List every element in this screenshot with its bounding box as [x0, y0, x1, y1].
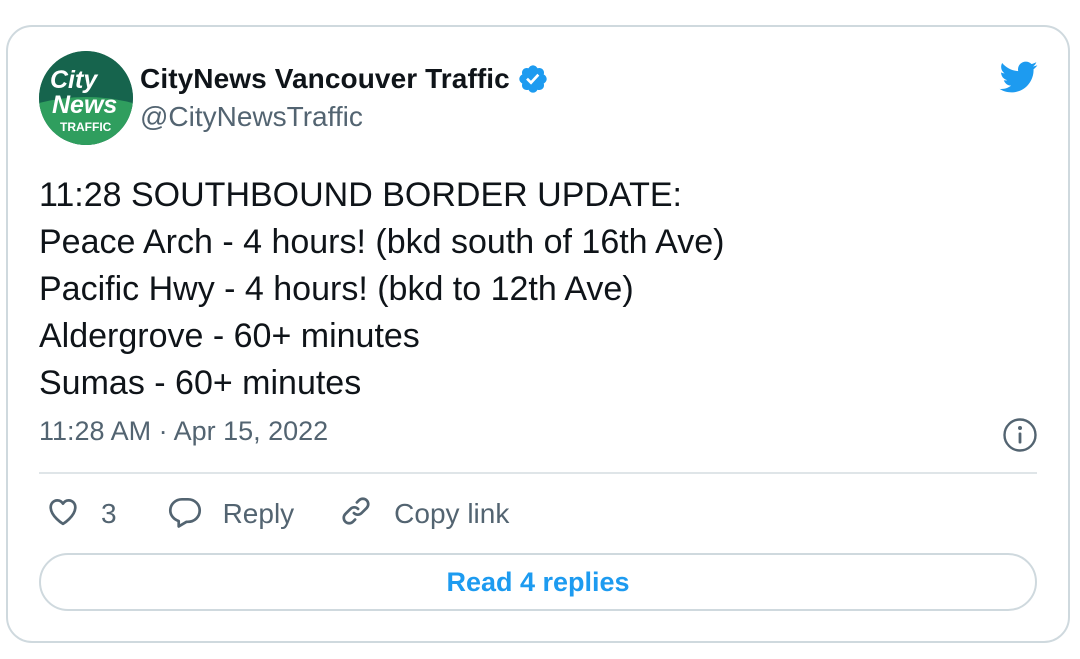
tweet-body-line: Sumas - 60+ minutes: [39, 364, 362, 402]
tweet-body-line: Pacific Hwy - 4 hours! (bkd to 12th Ave): [39, 270, 634, 308]
author-handle[interactable]: @CityNewsTraffic: [140, 101, 363, 133]
heart-icon: [45, 493, 81, 536]
avatar[interactable]: City News TRAFFIC: [39, 51, 133, 145]
tweet-body: 11:28 SOUTHBOUND BORDER UPDATE: Peace Ar…: [39, 172, 724, 407]
tweet-actions: 3 Reply Copy link: [45, 492, 509, 536]
read-replies-button[interactable]: Read 4 replies: [39, 553, 1037, 611]
tweet-body-line: Peace Arch - 4 hours! (bkd south of 16th…: [39, 223, 725, 261]
author-display-name[interactable]: CityNews Vancouver Traffic: [140, 63, 510, 95]
citynews-logo: City News TRAFFIC: [39, 51, 133, 145]
divider: [39, 472, 1037, 474]
avatar-text-news: News: [52, 91, 117, 119]
avatar-text-traffic: TRAFFIC: [60, 120, 112, 134]
tweet-body-line: 11:28 SOUTHBOUND BORDER UPDATE:: [39, 176, 682, 214]
avatar-text-city: City: [50, 66, 98, 94]
link-icon: [338, 493, 374, 536]
tweet-card: City News TRAFFIC CityNews Vancouver Tra…: [6, 25, 1070, 643]
author-name-row: CityNews Vancouver Traffic: [140, 61, 549, 97]
like-button[interactable]: 3: [45, 493, 117, 536]
twitter-bird-icon[interactable]: [995, 57, 1041, 97]
like-count: 3: [101, 498, 117, 529]
copy-link-label: Copy link: [394, 498, 510, 529]
info-icon[interactable]: [1002, 417, 1038, 453]
copy-link-button[interactable]: Copy link: [338, 493, 509, 536]
speech-bubble-icon: [167, 493, 203, 536]
reply-label: Reply: [222, 498, 295, 529]
verified-badge-icon: [517, 63, 549, 95]
reply-button[interactable]: Reply: [167, 493, 295, 536]
tweet-body-line: Aldergrove - 60+ minutes: [39, 317, 420, 355]
tweet-timestamp[interactable]: 11:28 AM · Apr 15, 2022: [39, 416, 328, 447]
